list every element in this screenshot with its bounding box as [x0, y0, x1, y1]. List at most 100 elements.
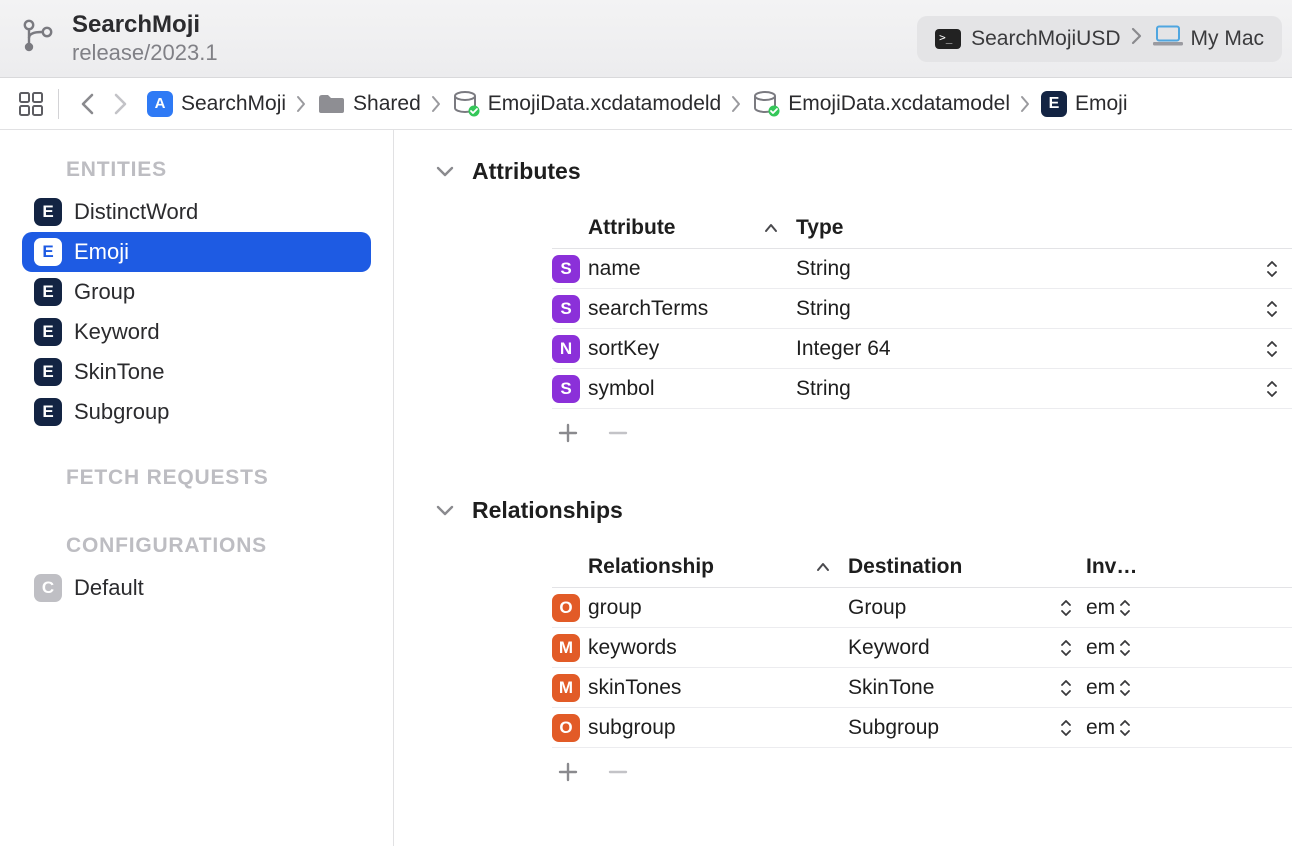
configurations-section-label: CONFIGURATIONS: [66, 534, 371, 558]
attribute-row[interactable]: SsearchTermsString: [552, 289, 1292, 329]
relationship-inverse[interactable]: em: [1086, 596, 1115, 620]
breadcrumb-folder[interactable]: Shared: [317, 92, 421, 116]
col-destination-label: Destination: [848, 555, 1086, 579]
sort-ascending-icon: [764, 223, 778, 233]
attribute-type[interactable]: String: [796, 297, 851, 321]
fetch-requests-section-label: FETCH REQUESTS: [66, 466, 371, 490]
project-title: SearchMoji: [72, 12, 218, 38]
relationships-table: Relationship Destination Inv… OgroupGrou…: [552, 546, 1292, 796]
attribute-row[interactable]: SnameString: [552, 249, 1292, 289]
relationship-inverse[interactable]: em: [1086, 636, 1115, 660]
relationship-destination[interactable]: Group: [848, 596, 906, 620]
col-attribute-label: Attribute: [588, 216, 676, 240]
section-title: Attributes: [472, 158, 581, 185]
add-relationship-button[interactable]: [556, 760, 580, 784]
relationship-destination[interactable]: Keyword: [848, 636, 930, 660]
stepper-icon[interactable]: [1119, 679, 1131, 697]
entity-name: Emoji: [74, 239, 129, 265]
stepper-icon[interactable]: [1266, 340, 1278, 358]
breadcrumb-label: Emoji: [1075, 92, 1128, 116]
attributes-table-header[interactable]: Attribute Type: [552, 207, 1292, 249]
chevron-down-icon: [436, 166, 454, 178]
entity-icon: E: [34, 318, 62, 346]
stepper-icon[interactable]: [1266, 300, 1278, 318]
stepper-icon[interactable]: [1060, 679, 1072, 697]
section-title: Relationships: [472, 497, 623, 524]
attribute-type-badge: S: [552, 255, 580, 283]
relationships-header[interactable]: Relationships: [436, 497, 1292, 524]
entity-name: DistinctWord: [74, 199, 198, 225]
stepper-icon[interactable]: [1119, 639, 1131, 657]
related-items-icon[interactable]: [18, 91, 44, 117]
nav-forward-button[interactable]: [111, 91, 129, 117]
relationship-destination[interactable]: SkinTone: [848, 676, 934, 700]
relationship-row[interactable]: OsubgroupSubgroupem: [552, 708, 1292, 748]
relationships-footer: [552, 748, 1292, 796]
remove-relationship-button[interactable]: [606, 760, 630, 784]
breadcrumb-label: EmojiData.xcdatamodel: [788, 92, 1010, 116]
attribute-type[interactable]: String: [796, 257, 851, 281]
stepper-icon[interactable]: [1119, 599, 1131, 617]
breadcrumb-project[interactable]: A SearchMoji: [147, 91, 286, 117]
breadcrumbs: A SearchMoji Shared EmojiData.xcdatamode…: [147, 91, 1128, 117]
entity-item[interactable]: E Emoji: [22, 232, 371, 272]
attribute-name: name: [588, 257, 796, 281]
configuration-name: Default: [74, 575, 144, 601]
attributes-footer: [552, 409, 1292, 457]
col-relationship-label: Relationship: [588, 555, 714, 579]
attribute-row[interactable]: NsortKeyInteger 64: [552, 329, 1292, 369]
entity-item[interactable]: ESubgroup: [22, 392, 371, 432]
path-bar: A SearchMoji Shared EmojiData.xcdatamode…: [0, 78, 1292, 130]
col-type-label: Type: [796, 216, 1292, 240]
configuration-icon: C: [34, 574, 62, 602]
attribute-name: sortKey: [588, 337, 796, 361]
attribute-type-badge: S: [552, 295, 580, 323]
relationship-name: subgroup: [588, 716, 848, 740]
entity-icon: E: [34, 238, 62, 266]
configuration-item[interactable]: C Default: [22, 568, 371, 608]
stepper-icon[interactable]: [1060, 639, 1072, 657]
attribute-type[interactable]: Integer 64: [796, 337, 891, 361]
entities-section-label: ENTITIES: [66, 158, 371, 182]
attributes-header[interactable]: Attributes: [436, 158, 1292, 185]
relationships-table-header[interactable]: Relationship Destination Inv…: [552, 546, 1292, 588]
relationship-row[interactable]: OgroupGroupem: [552, 588, 1292, 628]
chevron-right-icon: [1020, 95, 1031, 113]
entity-icon: E: [34, 278, 62, 306]
nav-back-button[interactable]: [79, 91, 97, 117]
relationship-row[interactable]: MkeywordsKeywordem: [552, 628, 1292, 668]
breadcrumb-label: EmojiData.xcdatamodeld: [488, 92, 721, 116]
scheme-selector[interactable]: SearchMojiUSD My Mac: [917, 16, 1282, 62]
branch-name[interactable]: release/2023.1: [72, 41, 218, 65]
sidebar: ENTITIES E DistinctWord E Emoji EGroupEKeywo…: [0, 130, 394, 846]
chevron-down-icon: [436, 505, 454, 517]
breadcrumb-model-version[interactable]: EmojiData.xcdatamodel: [752, 91, 1010, 117]
divider: [58, 89, 59, 119]
entity-item[interactable]: EKeyword: [22, 312, 371, 352]
entity-item[interactable]: ESkinTone: [22, 352, 371, 392]
breadcrumb-model-container[interactable]: EmojiData.xcdatamodeld: [452, 91, 721, 117]
stepper-icon[interactable]: [1060, 719, 1072, 737]
stepper-icon[interactable]: [1119, 719, 1131, 737]
entity-item[interactable]: EGroup: [22, 272, 371, 312]
remove-attribute-button[interactable]: [606, 421, 630, 445]
model-icon: [452, 91, 480, 117]
entity-name: SkinTone: [74, 359, 165, 385]
stepper-icon[interactable]: [1060, 599, 1072, 617]
entity-icon: E: [1041, 91, 1067, 117]
attributes-section: Attributes Attribute Type SnameStringSse…: [436, 158, 1292, 457]
entity-icon: E: [34, 198, 62, 226]
relationship-destination[interactable]: Subgroup: [848, 716, 939, 740]
add-attribute-button[interactable]: [556, 421, 580, 445]
relationship-inverse[interactable]: em: [1086, 676, 1115, 700]
entity-item[interactable]: E DistinctWord: [22, 192, 371, 232]
relationship-inverse[interactable]: em: [1086, 716, 1115, 740]
attribute-type[interactable]: String: [796, 377, 851, 401]
attribute-row[interactable]: SsymbolString: [552, 369, 1292, 409]
stepper-icon[interactable]: [1266, 260, 1278, 278]
attribute-type-badge: S: [552, 375, 580, 403]
stepper-icon[interactable]: [1266, 380, 1278, 398]
relationship-row[interactable]: MskinTonesSkinToneem: [552, 668, 1292, 708]
breadcrumb-label: Shared: [353, 92, 421, 116]
breadcrumb-entity[interactable]: E Emoji: [1041, 91, 1128, 117]
